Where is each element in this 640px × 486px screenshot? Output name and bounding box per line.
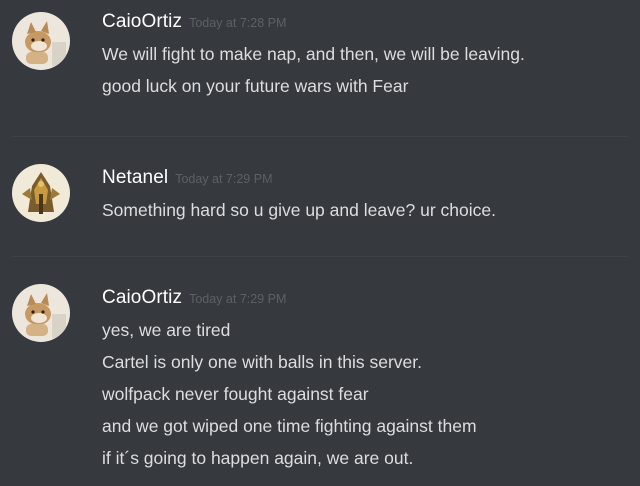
timestamp: Today at 7:29 PM xyxy=(189,292,287,306)
message-text: if it´s going to happen again, we are ou… xyxy=(102,448,414,468)
message-header: CaioOrtiz Today at 7:29 PM xyxy=(102,284,632,312)
message-divider xyxy=(12,136,628,137)
message-text: Something hard so u give up and leave? u… xyxy=(102,200,497,220)
message-text: We will fight to make nap, and then, we … xyxy=(102,44,525,64)
chat-messages: CaioOrtiz Today at 7:28 PM We will fight … xyxy=(0,0,640,486)
message-divider xyxy=(12,256,628,257)
message-header: Netanel Today at 7:29 PM xyxy=(102,164,632,192)
username[interactable]: Netanel xyxy=(102,167,168,188)
message-text: Cartel is only one with balls in this se… xyxy=(102,352,422,372)
cat-avatar-icon[interactable] xyxy=(12,12,70,70)
username[interactable]: CaioOrtiz xyxy=(102,11,182,32)
message-text: yes, we are tired xyxy=(102,320,231,340)
timestamp: Today at 7:29 PM xyxy=(175,172,273,186)
message-text: and we got wiped one time fighting again… xyxy=(102,416,477,436)
timestamp: Today at 7:28 PM xyxy=(189,16,287,30)
username[interactable]: CaioOrtiz xyxy=(102,287,182,308)
message-text: wolfpack never fought against fear xyxy=(102,384,369,404)
message-header: CaioOrtiz Today at 7:28 PM xyxy=(102,8,632,36)
knight-avatar-icon[interactable] xyxy=(12,164,70,222)
message-text: good luck on your future wars with Fear xyxy=(102,76,409,96)
cat-avatar-icon[interactable] xyxy=(12,284,70,342)
